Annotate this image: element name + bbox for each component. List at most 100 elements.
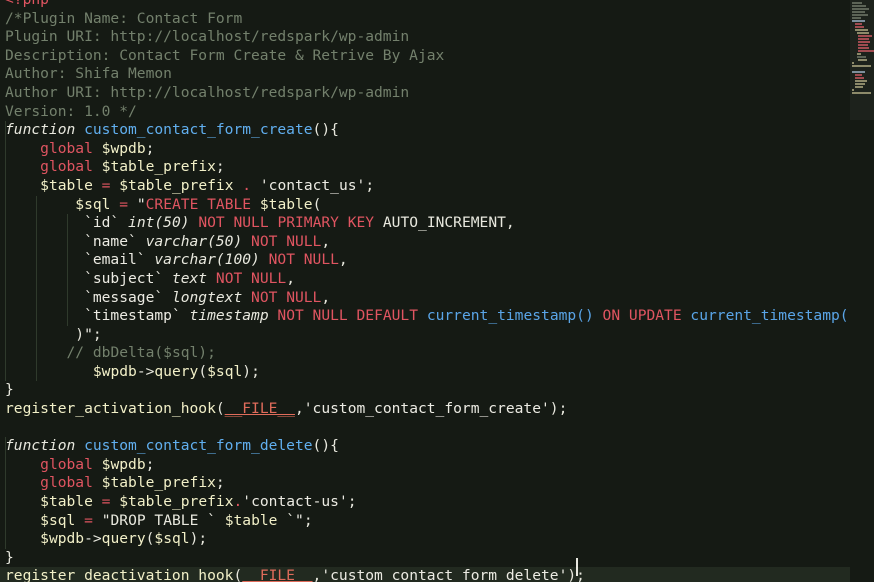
text-cursor <box>576 558 578 576</box>
code-line[interactable]: } <box>0 381 850 400</box>
code-line[interactable]: $wpdb->query($sql); <box>0 362 850 382</box>
code-line[interactable]: `name` varchar(50) NOT NULL, <box>0 232 850 252</box>
sql-default: DEFAULT <box>356 307 419 325</box>
indent-guide <box>67 307 69 326</box>
comment-dbdelta: // dbDelta($sql); <box>66 344 216 362</box>
sql-column-id: `id` <box>84 214 120 232</box>
indent-guide <box>5 251 6 270</box>
punctuation: ( <box>233 567 243 582</box>
punctuation: ; <box>303 511 313 529</box>
code-line[interactable]: global $table_prefix; <box>0 474 850 494</box>
sql-column-email: `email` <box>84 251 146 269</box>
closing-brace: } <box>5 548 14 566</box>
code-line[interactable]: $wpdb->query($sql); <box>0 530 850 549</box>
code-line[interactable]: // dbDelta($sql); <box>0 344 850 363</box>
method-query: query <box>154 362 199 380</box>
sql-primary-key: PRIMARY KEY <box>277 214 375 232</box>
code-line[interactable]: $table = $table_prefix . 'contact_us'; <box>0 176 850 196</box>
comment-text: Plugin URI: http://localhost/redspark/wp… <box>5 28 410 46</box>
minimap-line <box>858 38 869 40</box>
code-line[interactable]: /*Plugin Name: Contact Form <box>0 10 850 29</box>
operator-concat: . <box>233 493 243 511</box>
code-line[interactable]: `message` longtext NOT NULL, <box>0 288 850 308</box>
minimap-line <box>857 32 869 34</box>
minimap-line <box>855 77 864 79</box>
minimap-line <box>858 47 869 49</box>
indent-guide <box>5 511 6 531</box>
sql-column-name: `name` <box>84 232 137 250</box>
quote: " <box>101 511 111 529</box>
sql-not-null: NOT NULL <box>198 214 269 232</box>
sql-column-message: `message` <box>84 288 164 306</box>
punctuation: , <box>294 400 304 418</box>
sql-on-update: ON UPDATE <box>602 307 682 325</box>
minimap-line <box>855 26 864 28</box>
variable-table: $table <box>40 176 93 194</box>
code-line[interactable]: function custom_contact_form_create(){ <box>0 121 850 140</box>
minimap-line <box>858 44 868 46</box>
indent-guide <box>36 307 38 326</box>
code-line-current[interactable]: register_deactivation_hook(__FILE__,'cus… <box>0 567 850 582</box>
punctuation: ; <box>365 176 375 194</box>
code-line[interactable]: function custom_contact_form_delete(){ <box>0 437 850 456</box>
code-line[interactable]: register_activation_hook(__FILE__,'custo… <box>0 400 850 419</box>
punctuation: (){ <box>312 437 339 455</box>
variable-sql: $sql <box>75 195 111 213</box>
minimap-line <box>857 53 861 55</box>
code-line-blank[interactable] <box>0 419 850 438</box>
indent-guide <box>5 139 6 159</box>
code-line[interactable]: $table = $table_prefix.'contact-us'; <box>0 493 850 512</box>
code-line[interactable]: `id` int(50) NOT NULL PRIMARY KEY AUTO_I… <box>0 214 850 233</box>
code-line[interactable]: Author URI: http://localhost/redspark/wp… <box>0 84 850 103</box>
code-line[interactable]: )"; <box>0 325 850 345</box>
method-query: query <box>101 530 146 548</box>
punctuation: ; <box>215 158 225 176</box>
minimap-line <box>852 89 854 91</box>
code-line[interactable]: global $wpdb; <box>0 139 850 159</box>
variable-wpdb: $wpdb <box>101 455 146 473</box>
string-callback-delete: 'custom_contact_form_delete' <box>321 567 568 582</box>
code-line[interactable]: Description: Contact Form Create & Retri… <box>0 47 850 66</box>
code-line[interactable]: } <box>0 549 850 568</box>
sql-type-timestamp: timestamp <box>189 307 269 325</box>
code-line[interactable]: Author: Shifa Memon <box>0 65 850 84</box>
editor-code-area[interactable]: <?php /*Plugin Name: Contact Form Plugin… <box>0 0 850 582</box>
code-line[interactable]: global $table_prefix; <box>0 158 850 177</box>
editor-minimap[interactable] <box>850 0 874 582</box>
code-line[interactable]: `subject` text NOT NULL, <box>0 269 850 289</box>
indent-guide <box>36 269 38 289</box>
keyword-global: global <box>40 139 93 157</box>
code-line[interactable]: `timestamp` timestamp NOT NULL DEFAULT c… <box>0 307 850 326</box>
code-line[interactable]: <?php <box>0 0 850 10</box>
indent-guide <box>5 455 6 475</box>
code-line[interactable]: global $wpdb; <box>0 455 850 475</box>
minimap-line <box>858 41 870 43</box>
code-line[interactable]: Plugin URI: http://localhost/redspark/wp… <box>0 28 850 47</box>
punctuation: ( <box>198 362 208 380</box>
code-line[interactable]: $sql = "CREATE TABLE $table( <box>0 195 850 215</box>
indent-guide <box>36 344 38 363</box>
sql-not-null: NOT NULL <box>251 288 322 306</box>
code-line[interactable]: Version: 1.0 */ <box>0 103 850 122</box>
indent-guide <box>5 195 6 215</box>
code-line[interactable]: $sql = "DROP TABLE ` $table `"; <box>0 511 850 531</box>
code-line[interactable]: `email` varchar(100) NOT NULL, <box>0 251 850 270</box>
indent-guide <box>5 474 6 494</box>
magic-constant-file: __FILE__ <box>224 400 295 418</box>
punctuation: ( <box>215 400 225 418</box>
punctuation: ; <box>145 139 155 157</box>
keyword-global: global <box>40 474 93 492</box>
